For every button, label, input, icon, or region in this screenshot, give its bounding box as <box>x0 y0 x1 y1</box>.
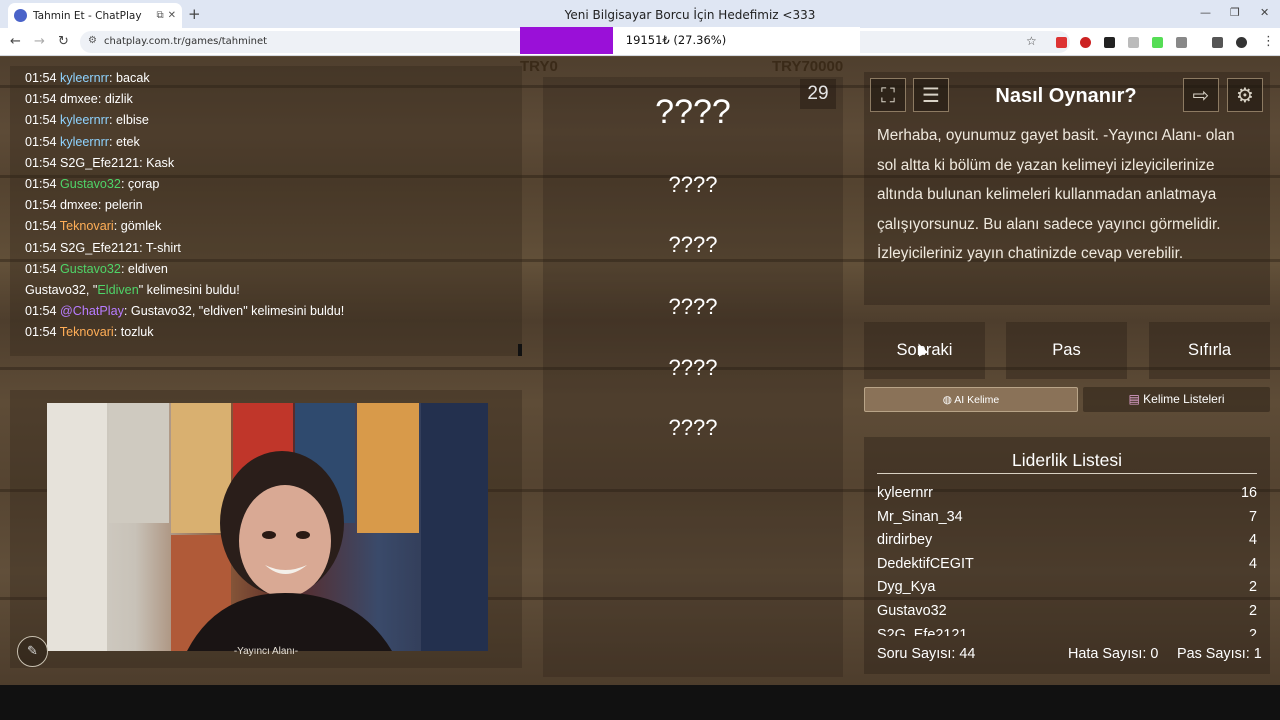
browser-menu-icon[interactable]: ⋮ <box>1262 34 1275 49</box>
gear-icon[interactable]: ⚙ <box>1227 78 1263 112</box>
extension-5-icon[interactable] <box>1152 37 1163 48</box>
webcam-feed <box>47 403 488 651</box>
main-word-slot: ???? <box>655 93 731 131</box>
chat-message: 01:54 kyleernrr: elbise <box>25 113 149 128</box>
fullscreen-icon[interactable]: ⛶ <box>870 78 906 112</box>
back-icon[interactable]: ← <box>10 34 21 49</box>
leaderboard-divider <box>877 473 1257 474</box>
leaderboard-row: Dyg_Kya 2 <box>877 579 1257 596</box>
error-count: Hata Sayısı: 0 <box>1068 646 1159 662</box>
ai-word-button[interactable]: ◍ AI Kelime <box>864 387 1078 412</box>
restore-icon[interactable]: ❐ <box>1230 6 1240 19</box>
question-count: Soru Sayısı: 44 <box>877 646 976 662</box>
minimize-icon[interactable]: — <box>1200 6 1211 19</box>
reload-icon[interactable]: ↻ <box>58 34 69 49</box>
forbidden-word-slot: ???? <box>668 294 718 319</box>
how-to-play-text: Merhaba, oyunumuz gayet basit. -Yayıncı … <box>877 127 1235 263</box>
chat-bot-message: 01:54 @ChatPlay: Gustavo32, "eldiven" ke… <box>25 304 345 319</box>
chat-message: 01:54 S2G_Efe2121: T-shirt <box>25 240 181 255</box>
chat-message: 01:54 dmxee: pelerin <box>25 198 143 213</box>
donation-progress-text: 19151₺ (27.36%) <box>625 33 727 47</box>
chat-message-list: 01:54 kyleernrr: bacak 01:54 dmxee: dizl… <box>25 68 515 343</box>
robot-icon: ◍ <box>942 394 955 406</box>
chat-message: 01:54 S2G_Efe2121: Kask <box>25 155 175 170</box>
chat-message: 01:54 Teknovari: tozluk <box>25 325 154 340</box>
chat-scroll-marker <box>518 344 522 356</box>
forward-icon[interactable]: → <box>34 34 45 49</box>
close-window-icon[interactable]: ✕ <box>1260 6 1269 19</box>
chat-panel: 01:54 kyleernrr: bacak 01:54 dmxee: dizl… <box>10 66 522 356</box>
score-current: TRY0 <box>520 58 558 75</box>
site-info-icon[interactable]: ⚙ <box>88 35 97 46</box>
forbidden-word-slot: ???? <box>668 415 718 440</box>
leaderboard-row: kyleernrr 16 <box>877 485 1257 501</box>
bottom-bar <box>0 685 1280 720</box>
leaderboard-row: Gustavo32 2 <box>877 602 1257 619</box>
leaderboard-list: kyleernrr 16 Mr_Sinan_34 7 dirdirbey 4 Dede… <box>877 482 1257 636</box>
bookmark-star-icon[interactable]: ☆ <box>1026 34 1037 48</box>
notes-icon[interactable]: ☰ <box>913 78 949 112</box>
window-title: Yeni Bilgisayar Borcu İçin Hedefimiz <33… <box>564 8 816 22</box>
how-to-play-title: Nasıl Oynanır? <box>995 85 1137 107</box>
url-text: chatplay.com.tr/games/tahminet <box>104 36 268 47</box>
chat-message: 01:54 kyleernrr: bacak <box>25 71 150 85</box>
chat-message: 01:54 kyleernrr: etek <box>25 134 140 149</box>
logout-icon[interactable]: ⇨ <box>1183 78 1219 112</box>
pass-count: Pas Sayısı: 1 <box>1177 646 1262 662</box>
forbidden-word-slot: ???? <box>668 355 718 380</box>
extension-1-icon[interactable] <box>1056 37 1067 48</box>
streamer-area-label: -Yayıncı Alanı- <box>233 646 299 657</box>
list-icon: ▤ <box>1128 392 1144 406</box>
browser-tab-bar: Tahmin Et - ChatPlay ⧉ ✕ + Yeni Bilgisay… <box>0 0 1280 28</box>
extension-4-icon[interactable] <box>1128 37 1139 48</box>
leaderboard-row: dirdirbey 4 <box>877 532 1257 549</box>
chat-system-message: Gustavo32, "Eldiven" kelimesini buldu! <box>25 282 240 297</box>
wall-poster <box>421 403 488 651</box>
wall-poster <box>47 403 107 651</box>
donation-progress-fill <box>520 27 613 54</box>
extension-2-icon[interactable] <box>1080 37 1091 48</box>
word-lists-label: Kelime Listeleri <box>1143 392 1225 406</box>
chat-message: 01:54 Gustavo32: eldiven <box>25 261 168 276</box>
reset-button[interactable]: Sıfırla <box>1149 322 1270 379</box>
streamer-person <box>187 451 392 651</box>
ai-word-label: AI Kelime <box>954 394 1000 406</box>
chat-message: 01:54 Teknovari: gömlek <box>25 219 162 234</box>
leaderboard-title: Liderlik Listesi <box>1012 450 1122 470</box>
word-lists-button[interactable]: ▤ Kelime Listeleri <box>1083 387 1270 412</box>
score-target: TRY70000 <box>772 58 844 75</box>
pen-icon[interactable]: ✎ <box>17 636 48 667</box>
profile-avatar-icon[interactable] <box>1236 37 1247 48</box>
forbidden-word-slot: ???? <box>668 232 718 257</box>
reading-list-icon[interactable] <box>1212 37 1223 48</box>
forbidden-word-slot: ???? <box>668 172 718 197</box>
leaderboard-row: Mr_Sinan_34 7 <box>877 508 1257 525</box>
chat-message: 01:54 Gustavo32: çorap <box>25 176 160 191</box>
chat-message: 01:54 dmxee: dizlik <box>25 92 133 107</box>
leaderboard-row: DedektifCEGIT 4 <box>877 555 1257 572</box>
leaderboard-row: S2G_Efe2121 2 <box>877 626 1257 636</box>
extensions-puzzle-icon[interactable] <box>1176 37 1187 48</box>
extension-3-icon[interactable] <box>1104 37 1115 48</box>
pass-button[interactable]: Pas <box>1006 322 1127 379</box>
